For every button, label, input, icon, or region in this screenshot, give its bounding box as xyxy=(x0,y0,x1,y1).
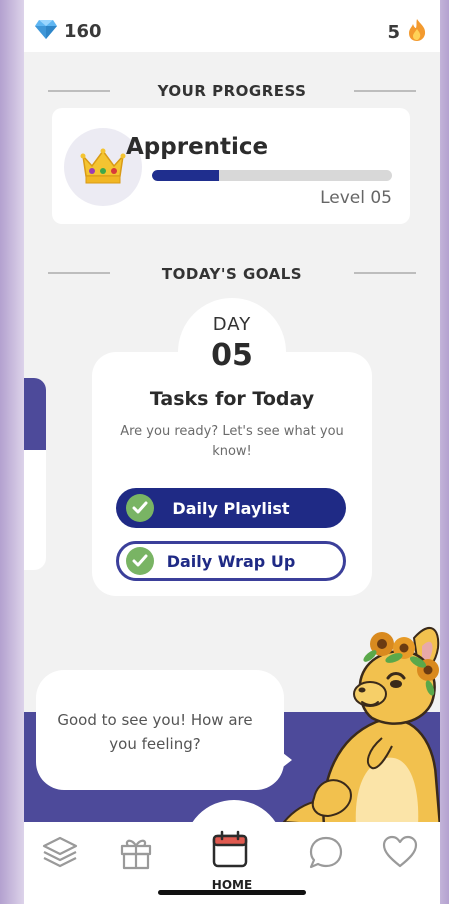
level-label: Level 05 xyxy=(320,188,392,208)
gems-count: 160 xyxy=(64,20,102,42)
check-icon xyxy=(126,547,154,575)
daily-wrap-up-button[interactable]: Daily Wrap Up xyxy=(116,541,346,581)
home-indicator xyxy=(158,890,306,895)
tasks-title: Tasks for Today xyxy=(149,388,315,410)
crown-icon xyxy=(80,148,126,184)
goals-section-title: TODAY'S GOALS xyxy=(161,265,303,283)
divider-right xyxy=(354,272,416,274)
app-screen: 160 5 YOUR PROGRESS Apprentice Level 05 … xyxy=(24,0,440,904)
mascot-message: Good to see you! How are you feeling? xyxy=(57,711,253,753)
divider-right xyxy=(354,90,416,92)
tasks-subtitle: Are you ready? Let's see what you know! xyxy=(120,424,344,459)
streak-count: 5 xyxy=(387,21,400,43)
heart-icon[interactable] xyxy=(380,832,420,872)
diamond-icon xyxy=(34,18,58,44)
gems-counter[interactable]: 160 xyxy=(34,18,102,44)
calendar-icon[interactable] xyxy=(210,830,250,870)
layers-icon[interactable] xyxy=(40,832,80,872)
level-progress-bar xyxy=(152,170,392,181)
day-label: DAY xyxy=(212,314,252,335)
gift-icon[interactable] xyxy=(116,832,156,872)
task-label: Daily Wrap Up xyxy=(166,551,296,571)
chat-bubble-icon[interactable] xyxy=(306,832,346,872)
task-label: Daily Playlist xyxy=(172,498,290,518)
rank-title: Apprentice xyxy=(126,134,269,160)
check-icon xyxy=(126,494,154,522)
daily-playlist-button[interactable]: Daily Playlist xyxy=(116,488,346,528)
kangaroo-mascot-icon xyxy=(281,627,440,826)
top-bar: 160 5 xyxy=(24,0,440,52)
flame-icon xyxy=(406,18,428,46)
streak-counter[interactable]: 5 xyxy=(387,18,428,46)
level-progress-fill xyxy=(152,170,220,181)
day-number: 05 xyxy=(211,338,253,373)
